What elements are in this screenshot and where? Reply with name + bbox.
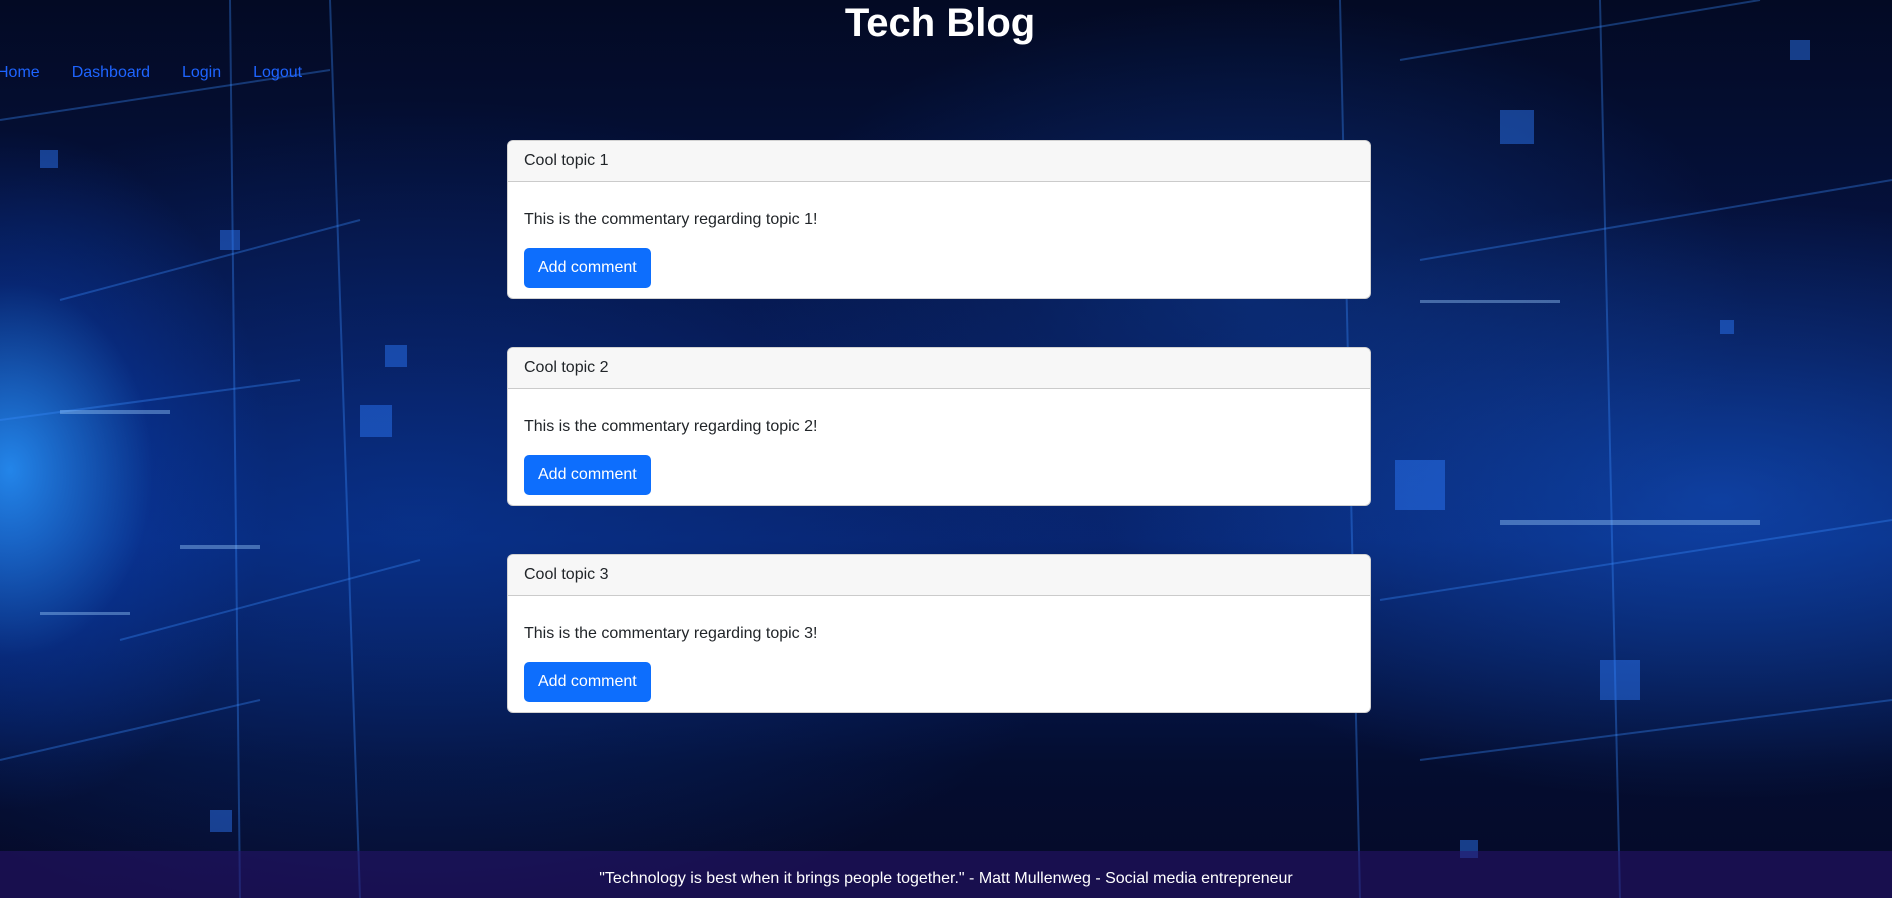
post-commentary: This is the commentary regarding topic 3… <box>524 625 818 642</box>
post-commentary: This is the commentary regarding topic 1… <box>524 211 818 228</box>
post-card: Cool topic 3 This is the commentary rega… <box>507 554 1371 713</box>
nav-logout-link[interactable]: Logout <box>253 62 302 84</box>
add-comment-button[interactable]: Add comment <box>524 455 651 495</box>
add-comment-button[interactable]: Add comment <box>524 248 651 288</box>
post-body: This is the commentary regarding topic 3… <box>508 596 1370 712</box>
post-card: Cool topic 1 This is the commentary rega… <box>507 140 1371 299</box>
nav-login-link[interactable]: Login <box>182 62 221 84</box>
post-body: This is the commentary regarding topic 2… <box>508 389 1370 505</box>
post-commentary: This is the commentary regarding topic 2… <box>524 418 818 435</box>
nav-home-link[interactable]: Home <box>0 62 40 84</box>
post-body: This is the commentary regarding topic 1… <box>508 182 1370 298</box>
nav-dashboard-link[interactable]: Dashboard <box>72 62 150 84</box>
post-card: Cool topic 2 This is the commentary rega… <box>507 347 1371 506</box>
add-comment-button[interactable]: Add comment <box>524 662 651 702</box>
post-list: Cool topic 1 This is the commentary rega… <box>507 140 1371 761</box>
footer-quote: "Technology is best when it brings peopl… <box>0 851 1892 898</box>
post-title: Cool topic 3 <box>508 555 1370 596</box>
post-title: Cool topic 2 <box>508 348 1370 389</box>
main-nav: Home Dashboard Login Logout <box>0 62 302 84</box>
site-title: Tech Blog <box>844 1 1036 45</box>
post-title: Cool topic 1 <box>508 141 1370 182</box>
